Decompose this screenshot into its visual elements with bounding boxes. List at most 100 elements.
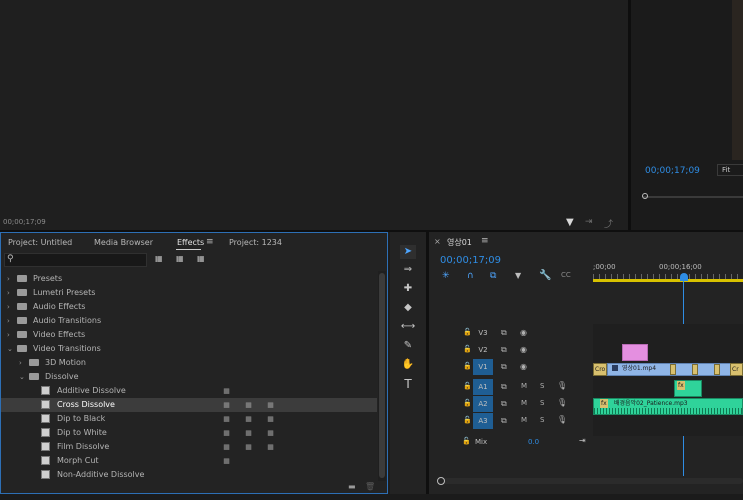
tree-item-lumetri-presets[interactable]: › Lumetri Presets (1, 286, 377, 300)
tab-project-untitled[interactable]: Project: Untitled (8, 238, 72, 247)
program-timecode[interactable]: 00;00;17;09 (645, 166, 700, 176)
chevron-right-icon[interactable]: › (7, 272, 10, 286)
captions-icon[interactable]: CC (561, 271, 571, 279)
linked-selection-icon[interactable]: ⧉ (490, 271, 496, 281)
close-sequence-icon[interactable]: × (434, 237, 441, 246)
tree-item-dip-to-white[interactable]: Dip to White ▦ ▦ ▦ (1, 426, 377, 440)
sync-lock-icon[interactable]: ⧉ (501, 382, 507, 392)
razor-tool-icon[interactable]: ◆ (400, 301, 416, 315)
sync-lock-icon[interactable]: ⧉ (501, 328, 507, 338)
voiceover-mic-icon[interactable]: 🎙 (557, 415, 567, 424)
sync-lock-icon[interactable]: ⧉ (501, 416, 507, 426)
selection-tool-icon[interactable]: ➤ (400, 245, 416, 259)
tree-item-video-effects[interactable]: › Video Effects (1, 328, 377, 342)
mute-button[interactable]: M (521, 382, 527, 390)
add-marker-icon[interactable]: ▼ (515, 271, 521, 280)
playhead-handle[interactable] (680, 273, 688, 281)
v1-keyframe-2[interactable] (692, 364, 698, 375)
effects-scrollbar-thumb[interactable] (379, 273, 385, 478)
pen-tool-icon[interactable]: ✎ (400, 339, 416, 353)
eye-icon[interactable]: ◉ (520, 345, 527, 354)
timeline-scrollbar[interactable] (438, 478, 743, 484)
chevron-down-icon[interactable]: ⌄ (7, 342, 13, 356)
sync-lock-icon[interactable]: ⧉ (501, 362, 507, 372)
sequence-tab[interactable]: 영상01 (447, 237, 472, 248)
tree-item-additive-dissolve[interactable]: Additive Dissolve ▦ (1, 384, 377, 398)
snap-icon[interactable]: ∩ (467, 271, 474, 281)
chevron-down-icon[interactable]: ⌄ (19, 370, 25, 384)
track-target-v1[interactable]: V1 (473, 359, 493, 375)
track-lock-icon[interactable]: 🔓 (463, 416, 472, 424)
new-bin-icon[interactable]: ▬ (348, 482, 356, 491)
track-lock-icon[interactable]: 🔓 (463, 362, 472, 370)
v1-transition-end[interactable]: Cr (730, 363, 743, 376)
solo-button[interactable]: S (540, 382, 544, 390)
track-lock-icon[interactable]: 🔓 (463, 328, 472, 336)
slip-tool-icon[interactable]: ⟷ (400, 320, 416, 334)
track-target-v2[interactable]: V2 (473, 342, 493, 358)
track-target-a1[interactable]: A1 (473, 379, 493, 395)
track-area[interactable] (593, 324, 743, 436)
v1-keyframe-1[interactable] (670, 364, 676, 375)
tree-item-film-dissolve[interactable]: Film Dissolve ▦ ▦ ▦ (1, 440, 377, 454)
voiceover-mic-icon[interactable]: 🎙 (557, 381, 567, 390)
program-scrubber[interactable] (643, 196, 743, 198)
mute-button[interactable]: M (521, 399, 527, 407)
yuv-effects-filter-icon[interactable]: ▦ (197, 254, 205, 263)
mute-button[interactable]: M (521, 416, 527, 424)
timeline-scrollbar-handle[interactable] (437, 477, 445, 485)
search-input[interactable] (17, 254, 149, 268)
track-target-a3[interactable]: A3 (473, 413, 493, 429)
track-target-v3[interactable]: V3 (473, 325, 493, 341)
tree-item-dip-to-black[interactable]: Dip to Black ▦ ▦ ▦ (1, 412, 377, 426)
effects-search-field[interactable]: ⚲ (4, 253, 149, 268)
tab-media-browser[interactable]: Media Browser (94, 238, 153, 247)
tree-item-non-additive-dissolve[interactable]: Non-Additive Dissolve (1, 468, 377, 482)
tree-item-morph-cut[interactable]: Morph Cut ▦ (1, 454, 377, 468)
chevron-right-icon[interactable]: › (19, 356, 22, 370)
chevron-right-icon[interactable]: › (7, 328, 10, 342)
timeline-timecode[interactable]: 00;00;17;09 (440, 255, 501, 266)
hand-tool-icon[interactable]: ✋ (400, 358, 416, 372)
tab-effects[interactable]: Effects (177, 238, 204, 247)
ripple-edit-tool-icon[interactable]: ✚ (400, 282, 416, 296)
zoom-select[interactable]: Fit (717, 164, 743, 176)
tree-item-audio-effects[interactable]: › Audio Effects (1, 300, 377, 314)
wrench-icon[interactable]: 🔧 (539, 270, 551, 281)
eye-icon[interactable]: ◉ (520, 328, 527, 337)
track-lock-icon[interactable]: 🔓 (463, 345, 472, 353)
mix-lock-icon[interactable]: 🔓 (462, 437, 471, 445)
sync-lock-icon[interactable]: ⧉ (501, 399, 507, 409)
track-lock-icon[interactable]: 🔓 (463, 399, 472, 407)
eye-icon[interactable]: ◉ (520, 362, 527, 371)
filter-icon[interactable]: ▼ (566, 217, 574, 228)
solo-button[interactable]: S (540, 399, 544, 407)
accelerated-effects-filter-icon[interactable]: ▦ (155, 254, 163, 263)
track-select-tool-icon[interactable]: ⇒ (400, 263, 416, 277)
track-target-a2[interactable]: A2 (473, 396, 493, 412)
program-scrubber-handle[interactable] (642, 193, 648, 199)
chevron-right-icon[interactable]: › (7, 314, 10, 328)
pink-clip[interactable] (622, 344, 648, 361)
go-to-end-icon[interactable]: ⇥ (579, 436, 586, 445)
chevron-right-icon[interactable]: › (7, 300, 10, 314)
tree-item-cross-dissolve[interactable]: Cross Dissolve ▦ ▦ ▦ (1, 398, 377, 412)
tab-project-1234[interactable]: Project: 1234 (229, 238, 282, 247)
32bit-effects-filter-icon[interactable]: ▦ (176, 254, 184, 263)
mix-value[interactable]: 0.0 (528, 438, 539, 446)
type-tool-icon[interactable]: T (400, 377, 416, 391)
v1-transition-start[interactable]: Cro (593, 363, 607, 376)
v1-keyframe-3[interactable] (714, 364, 720, 375)
sequence-menu-icon[interactable]: ≡ (481, 236, 489, 246)
track-lock-icon[interactable]: 🔓 (463, 382, 472, 390)
export-icon[interactable]: ⤴ (604, 217, 613, 230)
time-ruler[interactable]: ;00;00 00;00;16;00 (593, 260, 743, 284)
voiceover-mic-icon[interactable]: 🎙 (557, 398, 567, 407)
delete-icon[interactable]: 🗑 (365, 482, 375, 491)
tree-item-3d-motion[interactable]: › 3D Motion (1, 356, 377, 370)
source-timecode[interactable]: 00;00;17;09 (3, 218, 46, 226)
tree-item-video-transitions[interactable]: ⌄ Video Transitions (1, 342, 377, 356)
tree-item-audio-transitions[interactable]: › Audio Transitions (1, 314, 377, 328)
tree-item-dissolve[interactable]: ⌄ Dissolve (1, 370, 377, 384)
a1-clip[interactable]: fx (674, 380, 702, 397)
